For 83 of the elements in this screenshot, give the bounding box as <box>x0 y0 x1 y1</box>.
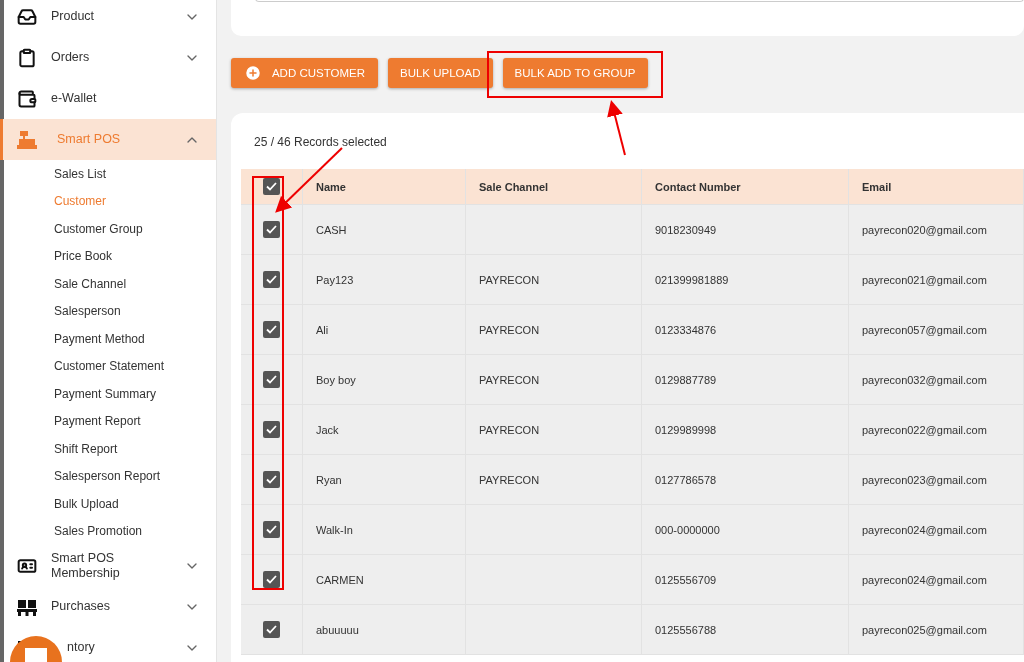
check-icon <box>266 525 277 534</box>
table-cell: CASH <box>316 223 347 236</box>
sidebar-item[interactable]: Product <box>0 0 216 37</box>
table-cell: Ryan <box>316 473 342 486</box>
column-header: Sale Channel <box>466 169 642 204</box>
table-cell: payrecon021@gmail.com <box>862 273 987 286</box>
table-cell: CARMEN <box>316 573 364 586</box>
check-icon <box>266 575 277 584</box>
column-header: Contact Number <box>642 169 849 204</box>
table-cell: 000-0000000 <box>655 523 720 536</box>
check-icon <box>266 275 277 284</box>
submenu-item[interactable]: Customer Group <box>4 215 216 243</box>
check-icon <box>266 625 277 634</box>
table-cell: payrecon024@gmail.com <box>862 523 987 536</box>
table-cell: 0129887789 <box>655 373 717 386</box>
table-cell: payrecon024@gmail.com <box>862 573 987 586</box>
table-cell: Jack <box>316 423 339 436</box>
wallet-icon <box>17 88 37 109</box>
clipboard-icon <box>17 47 37 68</box>
sidebar-item[interactable]: Orders <box>0 37 216 78</box>
table-cell: payrecon022@gmail.com <box>862 423 987 436</box>
check-icon <box>266 425 277 434</box>
check-icon <box>266 225 277 234</box>
row-checkbox[interactable] <box>263 471 280 488</box>
submenu-item[interactable]: Shift Report <box>4 435 216 463</box>
table-cell: PAYRECON <box>479 373 540 386</box>
row-checkbox[interactable] <box>263 221 280 238</box>
selection-summary: 25 / 46 Records selected <box>253 135 388 149</box>
inbox-icon <box>17 6 37 27</box>
submenu-item[interactable]: Sales Promotion <box>4 517 216 545</box>
table-cell: 0125556788 <box>655 623 717 636</box>
table-cell: payrecon032@gmail.com <box>862 373 987 386</box>
submenu-item[interactable]: Salesperson Report <box>4 462 216 490</box>
table-cell: payrecon020@gmail.com <box>862 223 987 236</box>
sidebar-item[interactable]: Purchases <box>0 586 216 627</box>
submenu-item[interactable]: Payment Summary <box>4 380 216 408</box>
table-cell: 0127786578 <box>655 473 717 486</box>
row-checkbox[interactable] <box>263 521 280 538</box>
row-checkbox[interactable] <box>263 421 280 438</box>
submenu-item[interactable]: Payment Method <box>4 325 216 353</box>
check-icon <box>266 375 277 384</box>
column-header: Name <box>303 169 466 204</box>
table-cell: Ali <box>316 323 329 336</box>
table-cell: Walk-In <box>316 523 353 536</box>
submenu-item[interactable]: Payment Report <box>4 407 216 435</box>
table-cell: payrecon025@gmail.com <box>862 623 987 636</box>
row-checkbox[interactable] <box>263 271 280 288</box>
row-checkbox[interactable] <box>263 621 280 638</box>
table-cell: 0123334876 <box>655 323 717 336</box>
table-cell: 0129989998 <box>655 423 717 436</box>
check-icon <box>266 325 277 334</box>
column-header: Email <box>849 169 1024 204</box>
add-icon <box>243 64 262 82</box>
check-icon <box>266 475 277 484</box>
submenu-item[interactable]: Bulk Upload <box>4 490 216 518</box>
table-cell: Boy boy <box>316 373 356 386</box>
cash-register-icon <box>17 130 37 149</box>
table-cell: PAYRECON <box>479 423 540 436</box>
table-cell: PAYRECON <box>479 473 540 486</box>
select-all-checkbox[interactable] <box>263 178 280 195</box>
table-cell: PAYRECON <box>479 323 540 336</box>
table-cell: 021399981889 <box>655 273 729 286</box>
square-icon <box>25 648 47 662</box>
sidebar-item[interactable]: Smart POS Membership <box>0 545 216 586</box>
table-cell: 0125556709 <box>655 573 717 586</box>
submenu-item[interactable]: Customer Statement <box>4 352 216 380</box>
table-cell: PAYRECON <box>479 273 540 286</box>
table-cell: Pay123 <box>316 273 354 286</box>
table-cell: payrecon057@gmail.com <box>862 323 987 336</box>
sidebar-item[interactable]: e-Wallet <box>0 78 216 119</box>
table-cell: 9018230949 <box>655 223 717 236</box>
row-checkbox[interactable] <box>263 371 280 388</box>
submenu-item[interactable]: Sales List <box>4 160 216 188</box>
table-cell: payrecon023@gmail.com <box>862 473 987 486</box>
submenu-item[interactable]: Sale Channel <box>4 270 216 298</box>
annotation-arrow <box>607 100 626 156</box>
row-checkbox[interactable] <box>263 571 280 588</box>
table-cell: abuuuuu <box>316 623 359 636</box>
submenu-item[interactable]: Price Book <box>4 242 216 270</box>
submenu-item[interactable]: Salesperson <box>4 297 216 325</box>
check-icon <box>266 182 277 191</box>
row-checkbox[interactable] <box>263 321 280 338</box>
boxes-icon <box>17 597 37 616</box>
